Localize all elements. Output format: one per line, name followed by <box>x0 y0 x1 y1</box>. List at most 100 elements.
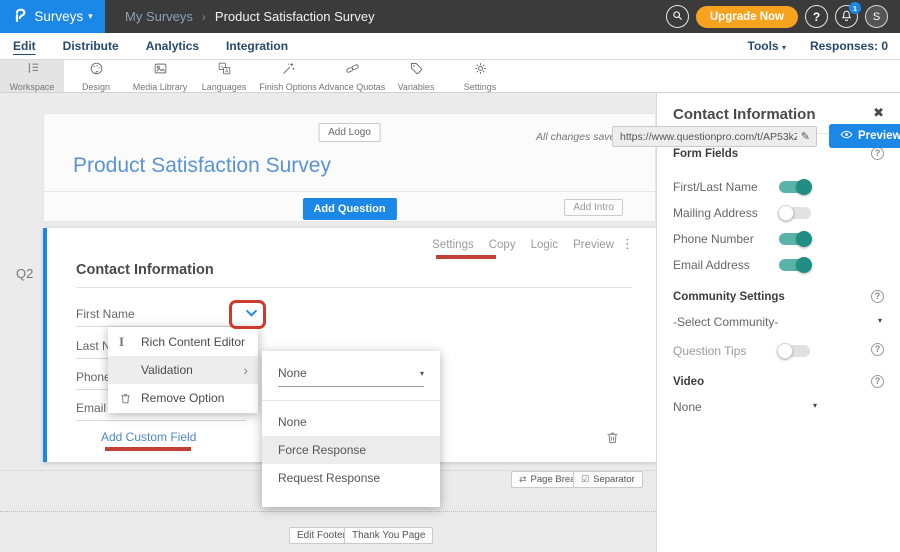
workspace-icon <box>25 61 40 81</box>
help-circle-icon[interactable]: ? <box>871 290 884 303</box>
preview-button[interactable]: Preview <box>829 124 900 148</box>
breadcrumb-current-survey: Product Satisfaction Survey <box>215 9 375 24</box>
design-icon <box>89 61 104 81</box>
notifications-button[interactable]: 1 <box>835 5 858 28</box>
editor-toolbar: Workspace Design Media Library xA Langua… <box>0 60 900 93</box>
option-request-response[interactable]: Request Response <box>262 464 440 492</box>
field-phone[interactable]: Phone <box>76 370 111 384</box>
question-actions: Settings Copy Logic Preview <box>432 239 614 251</box>
toggle-question-tips[interactable] <box>778 345 810 357</box>
toggle-label-email-address: Email Address <box>673 258 750 272</box>
tab-analytics[interactable]: Analytics <box>146 39 199 53</box>
questionpro-logo-icon <box>12 6 29 28</box>
app-label: Surveys <box>34 9 83 24</box>
video-section-title: Video <box>673 376 704 388</box>
nav-tabs-row: Edit Distribute Analytics Integration To… <box>0 33 900 60</box>
add-intro-button[interactable]: Add Intro <box>564 199 623 216</box>
chevron-down-icon: ▾ <box>420 369 424 378</box>
survey-editor-page: Surveys ▾ My Surveys › Product Satisfact… <box>0 0 900 552</box>
upgrade-now-button[interactable]: Upgrade Now <box>696 6 798 28</box>
thank-you-page-button[interactable]: Thank You Page <box>344 527 433 544</box>
validation-options: None Force Response Request Response <box>262 401 440 507</box>
toolbar-item-finish-options[interactable]: Finish Options <box>256 60 320 92</box>
question-more-menu-icon[interactable]: ⋮ <box>621 237 634 252</box>
chevron-down-icon: ▾ <box>813 401 817 410</box>
edit-url-icon[interactable]: ✎ <box>801 130 816 143</box>
validation-select[interactable]: None ▾ <box>278 366 424 387</box>
close-icon[interactable]: ✖ <box>873 106 884 121</box>
help-button[interactable]: ? <box>805 5 828 28</box>
responses-count[interactable]: Responses: 0 <box>810 39 888 53</box>
community-settings-title: Community Settings <box>673 291 785 303</box>
top-bar: Surveys ▾ My Surveys › Product Satisfact… <box>0 0 900 33</box>
toolbar-item-media-library[interactable]: Media Library <box>128 60 192 92</box>
select-community-dropdown[interactable]: -Select Community- <box>673 315 778 329</box>
advance-quotas-icon <box>345 61 360 81</box>
validation-selected-value: None <box>278 366 307 380</box>
add-logo-button[interactable]: Add Logo <box>318 123 381 142</box>
tab-integration[interactable]: Integration <box>226 39 288 53</box>
question-settings-link[interactable]: Settings <box>432 239 474 251</box>
toggle-label-phone-number: Phone Number <box>673 232 754 246</box>
settings-icon <box>473 61 488 81</box>
card-divider <box>44 191 655 192</box>
media-library-icon <box>153 61 168 81</box>
survey-url-field: ✎ <box>612 126 817 147</box>
delete-question-icon[interactable] <box>605 430 620 445</box>
breadcrumb-my-surveys[interactable]: My Surveys <box>125 9 193 24</box>
question-copy-link[interactable]: Copy <box>489 239 516 251</box>
survey-url-input[interactable] <box>613 131 801 143</box>
menu-item-rich-content-editor[interactable]: I Rich Content Editor <box>108 328 258 356</box>
breadcrumb: My Surveys › Product Satisfaction Survey <box>125 9 375 24</box>
add-question-button[interactable]: Add Question <box>302 198 396 220</box>
field-first-name[interactable]: First Name <box>76 307 135 321</box>
tab-edit[interactable]: Edit <box>13 39 36 53</box>
question-logic-link[interactable]: Logic <box>531 239 559 251</box>
annotation-add-custom-field-underline <box>105 447 191 451</box>
nav-right: Tools ▾ Responses: 0 <box>748 39 889 53</box>
toggle-label-first-last-name: First/Last Name <box>673 180 758 194</box>
video-select-dropdown[interactable]: None <box>673 400 702 414</box>
notification-badge: 1 <box>849 2 861 14</box>
toggle-email-address[interactable] <box>779 259 811 271</box>
toolbar-item-languages[interactable]: xA Languages <box>192 60 256 92</box>
tools-menu[interactable]: Tools ▾ <box>748 39 786 53</box>
help-circle-icon[interactable]: ? <box>871 375 884 388</box>
question-tips-label: Question Tips <box>673 344 746 358</box>
trash-icon <box>119 392 141 405</box>
toolbar-item-workspace[interactable]: Workspace <box>0 60 64 92</box>
search-icon <box>671 9 684 25</box>
toolbar-item-variables[interactable]: Variables <box>384 60 448 92</box>
menu-item-validation[interactable]: Validation › <box>108 356 258 384</box>
question-preview-link[interactable]: Preview <box>573 239 614 251</box>
toolbar-item-design[interactable]: Design <box>64 60 128 92</box>
toggle-first-last-name[interactable] <box>779 181 811 193</box>
help-circle-icon[interactable]: ? <box>871 343 884 356</box>
separator-button[interactable]: ☑ Separator <box>573 471 643 488</box>
toggle-label-mailing-address: Mailing Address <box>673 206 758 220</box>
product-switcher[interactable]: Surveys ▾ <box>0 0 105 33</box>
variables-icon <box>409 61 424 81</box>
search-button[interactable] <box>666 5 689 28</box>
finish-options-icon <box>281 61 296 81</box>
menu-item-remove-option[interactable]: Remove Option <box>108 384 258 412</box>
form-fields-section-title: Form Fields <box>673 148 738 160</box>
chevron-down-icon: ▾ <box>88 11 93 22</box>
add-custom-field-link[interactable]: Add Custom Field <box>101 430 196 444</box>
languages-icon: xA <box>217 61 232 81</box>
toggle-mailing-address[interactable] <box>779 207 811 219</box>
rich-text-icon: I <box>119 334 141 350</box>
toolbar-item-settings[interactable]: Settings <box>448 60 512 92</box>
toolbar-item-advance-quotas[interactable]: Advance Quotas <box>320 60 384 92</box>
question-mark-icon: ? <box>813 10 820 24</box>
toggle-phone-number[interactable] <box>779 233 811 245</box>
survey-title[interactable]: Product Satisfaction Survey <box>73 154 331 178</box>
save-status: All changes saved <box>536 131 621 143</box>
option-force-response[interactable]: Force Response <box>262 436 440 464</box>
avatar[interactable]: S <box>865 5 888 28</box>
sidebar-title: Contact Information <box>673 106 816 123</box>
help-circle-icon[interactable]: ? <box>871 147 884 160</box>
option-none[interactable]: None <box>262 408 440 436</box>
tab-distribute[interactable]: Distribute <box>63 39 119 53</box>
question-title[interactable]: Contact Information <box>76 262 214 278</box>
